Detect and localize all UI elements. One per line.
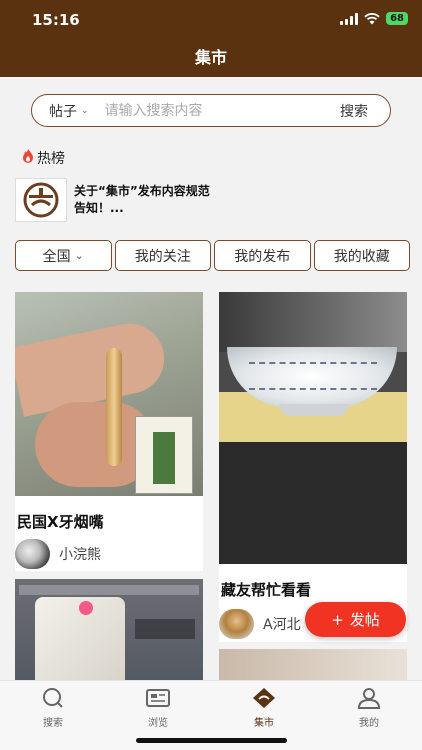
user-icon [357,688,381,709]
status-icons: 68 [340,12,408,25]
hot-list-item[interactable]: 关于“集市”发布内容规范告知！... [15,177,407,223]
status-time: 15:16 [32,11,80,29]
tab-search[interactable]: 搜索 [23,687,83,729]
author-name: 小浣熊 [59,547,101,563]
wifi-icon [364,12,380,24]
avatar [15,539,50,569]
hot-list-label: 热榜 [37,151,65,167]
tab-mine-label: 我的 [359,718,379,729]
post-card[interactable] [219,649,407,680]
post-author: A河北 [219,609,301,639]
tab-search-label: 搜索 [43,718,63,729]
post-image [15,292,203,496]
filter-my-follow[interactable]: 我的关注 [114,240,211,271]
plus-icon: + [331,610,344,629]
post-card[interactable] [15,579,203,680]
chevron-down-icon: ⌄ [74,249,84,262]
chevron-down-icon: ⌄ [81,105,89,116]
filter-my-favorites[interactable]: 我的收藏 [313,240,410,271]
new-post-button[interactable]: + 发帖 [305,602,406,637]
post-title: 藏友帮忙看看 [221,581,312,599]
search-area: 帖子 ⌄ 搜索 [0,77,422,144]
filter-region-dropdown[interactable]: 全国 ⌄ [15,240,112,271]
market-icon [253,688,275,708]
post-image [219,292,407,564]
post-author: 小浣熊 [15,539,101,569]
market-logo-icon [15,178,67,222]
search-type-label: 帖子 [49,103,77,120]
post-image [15,579,203,680]
post-image [219,649,407,680]
tab-market[interactable]: 集市 [234,687,294,729]
tab-browse-label: 浏览 [148,718,168,729]
signal-icon [340,12,359,25]
filter-region-label: 全国 [42,248,71,265]
filter-my-posts[interactable]: 我的发布 [214,240,311,271]
battery-icon: 68 [386,12,408,25]
search-box: 帖子 ⌄ 搜索 [31,94,391,127]
tab-mine[interactable]: 我的 [339,687,399,729]
filter-bar: 全国 ⌄ 我的关注 我的发布 我的收藏 [15,240,410,271]
hot-item-text: 关于“集市”发布内容规范告知！... [74,184,210,215]
hot-list-title: 热榜 [21,148,65,168]
search-icon [43,688,63,708]
home-indicator[interactable] [136,738,287,743]
page-title: 集市 [194,48,227,67]
author-name: A河北 [263,617,301,633]
tab-browse[interactable]: 浏览 [128,687,188,729]
search-type-dropdown[interactable]: 帖子 ⌄ [49,101,89,121]
tab-market-label: 集市 [254,718,274,729]
flame-icon [21,148,35,168]
post-card[interactable]: 民国Ⅹ牙烟嘴 小浣熊 [15,292,203,571]
search-button[interactable]: 搜索 [340,101,368,121]
new-post-label: 发帖 [349,611,380,629]
avatar [219,609,254,639]
top-bar: 15:16 68 集市 [0,0,422,77]
post-card[interactable]: 藏友帮忙看看 A河北 [219,292,407,642]
post-title: 民国Ⅹ牙烟嘴 [17,513,104,531]
browse-icon [146,689,170,707]
search-input[interactable] [104,102,305,119]
